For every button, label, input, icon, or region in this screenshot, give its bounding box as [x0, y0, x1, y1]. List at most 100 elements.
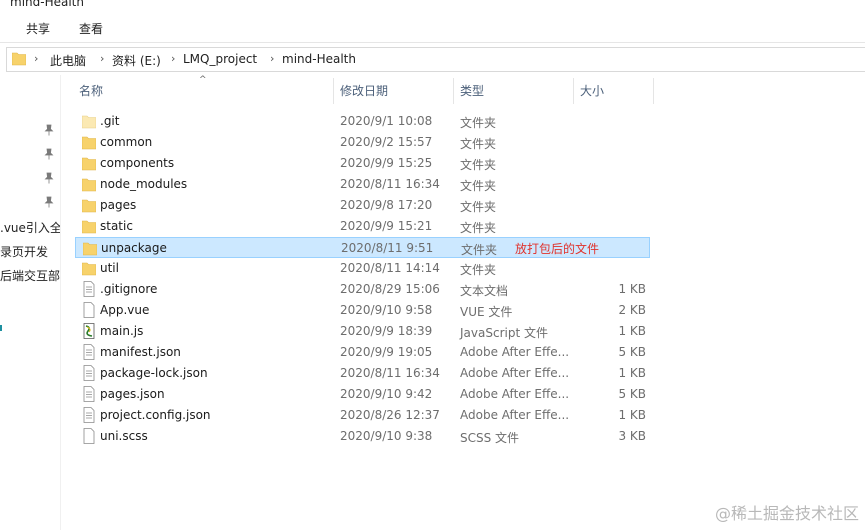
breadcrumb-this-pc[interactable]: 此电脑	[50, 52, 86, 69]
file-size: 2 KB	[618, 303, 646, 317]
file-date-modified: 2020/9/9 19:05	[340, 345, 433, 359]
document-icon	[83, 281, 95, 297]
file-row[interactable]: pages 2020/9/8 17:20 文件夹	[75, 195, 650, 216]
file-type: SCSS 文件	[460, 431, 520, 445]
file-size: 1 KB	[618, 366, 646, 380]
file-row[interactable]: main.js 2020/9/9 18:39 JavaScript 文件 1 KB	[75, 321, 650, 342]
sort-ascending-icon: ^	[199, 75, 207, 85]
file-type: 文本文档	[460, 284, 509, 298]
file-date-modified: 2020/8/11 14:14	[340, 261, 440, 275]
file-date-modified: 2020/9/2 15:57	[340, 135, 433, 149]
column-divider[interactable]	[653, 78, 654, 104]
folder-icon	[83, 242, 97, 256]
pin-icon[interactable]	[44, 172, 54, 184]
file-name: .git	[100, 114, 120, 128]
breadcrumb-mind-health[interactable]: mind-Health	[282, 52, 356, 66]
file-date-modified: 2020/9/9 15:25	[340, 156, 433, 170]
file-date-modified: 2020/9/10 9:38	[340, 429, 433, 443]
file-type: Adobe After Effe...	[460, 345, 570, 359]
document-icon	[83, 407, 95, 423]
file-type: 文件夹	[460, 158, 497, 172]
column-date-modified[interactable]: 修改日期	[340, 78, 388, 104]
file-row[interactable]: static 2020/9/9 15:21 文件夹	[75, 216, 650, 237]
breadcrumb-lmq-project[interactable]: LMQ_project	[183, 52, 257, 66]
column-divider[interactable]	[333, 78, 334, 104]
file-name: unpackage	[101, 241, 167, 255]
file-type: 文件夹	[460, 200, 497, 214]
file-row[interactable]: .gitignore 2020/8/29 15:06 文本文档 1 KB	[75, 279, 650, 300]
column-type[interactable]: 类型	[460, 78, 484, 104]
folder-icon	[12, 52, 26, 66]
blank-file-icon	[83, 428, 95, 444]
file-name: util	[100, 261, 119, 275]
file-name: static	[100, 219, 133, 233]
pin-icon[interactable]	[44, 148, 54, 160]
file-row[interactable]: App.vue 2020/9/10 9:58 VUE 文件 2 KB	[75, 300, 650, 321]
window-title: mind-Health	[10, 0, 84, 9]
column-name[interactable]: 名称	[79, 78, 103, 104]
nav-item-quick-access[interactable]: .vue引入全	[0, 219, 60, 236]
nav-indicator	[0, 325, 2, 331]
nav-item-quick-access[interactable]: 录页开发	[0, 243, 48, 260]
chevron-right-icon: ›	[34, 52, 39, 65]
file-size: 5 KB	[618, 345, 646, 359]
pin-icon[interactable]	[44, 196, 54, 208]
file-type: Adobe After Effe...	[460, 387, 570, 401]
file-name: pages	[100, 198, 137, 212]
column-divider[interactable]	[453, 78, 454, 104]
folder-icon	[82, 136, 96, 150]
blank-file-icon	[83, 302, 95, 318]
file-row[interactable]: util 2020/8/11 14:14 文件夹	[75, 258, 650, 279]
ribbon-tab-share[interactable]: 共享	[26, 20, 50, 37]
file-row[interactable]: manifest.json 2020/9/9 19:05 Adobe After E…	[75, 342, 650, 363]
ribbon-tab-view[interactable]: 查看	[79, 20, 103, 37]
file-name: package-lock.json	[100, 366, 208, 380]
file-row[interactable]: common 2020/9/2 15:57 文件夹	[75, 132, 650, 153]
file-row[interactable]: components 2020/9/9 15:25 文件夹	[75, 153, 650, 174]
file-size: 3 KB	[618, 429, 646, 443]
chevron-right-icon: ›	[100, 52, 105, 65]
file-row[interactable]: node_modules 2020/8/11 16:34 文件夹	[75, 174, 650, 195]
column-size[interactable]: 大小	[580, 78, 604, 104]
file-name: uni.scss	[100, 429, 148, 443]
title-bar: mind-Health	[0, 0, 865, 10]
file-date-modified: 2020/9/8 17:20	[340, 198, 433, 212]
file-name: main.js	[100, 324, 144, 338]
watermark: @稀土掘金技术社区	[714, 504, 859, 523]
file-date-modified: 2020/9/10 9:42	[340, 387, 433, 401]
file-row[interactable]: package-lock.json 2020/8/11 16:34 Adobe Af…	[75, 363, 650, 384]
file-type: 文件夹	[460, 179, 497, 193]
file-name: pages.json	[100, 387, 165, 401]
address-bar[interactable]: › 此电脑 › 资料 (E:) › LMQ_project › mind-Hea…	[6, 47, 865, 72]
file-type: 文件夹	[460, 116, 497, 130]
document-icon	[83, 365, 95, 381]
annotation-label: 放打包后的文件	[515, 242, 600, 256]
file-row[interactable]: uni.scss 2020/9/10 9:38 SCSS 文件 3 KB	[75, 426, 650, 447]
column-divider[interactable]	[573, 78, 574, 104]
file-type: Adobe After Effe...	[460, 408, 570, 422]
file-size: 5 KB	[618, 387, 646, 401]
file-name: common	[100, 135, 153, 149]
file-name: components	[100, 156, 175, 170]
file-type: JavaScript 文件	[460, 326, 548, 340]
breadcrumb-drive[interactable]: 资料 (E:)	[112, 52, 161, 69]
pin-icon[interactable]	[44, 124, 54, 136]
document-icon	[83, 344, 95, 360]
chevron-right-icon: ›	[171, 52, 176, 65]
navigation-pane: .vue引入全 录页开发 后端交互部	[0, 75, 61, 530]
file-row-selected[interactable]: unpackage 2020/8/11 9:51 文件夹 放打包后的文件	[75, 237, 650, 258]
file-type: 文件夹	[461, 243, 498, 257]
file-row[interactable]: pages.json 2020/9/10 9:42 Adobe After Effe…	[75, 384, 650, 405]
folder-icon	[82, 157, 96, 171]
folder-icon	[82, 220, 96, 234]
file-size: 1 KB	[618, 282, 646, 296]
file-name: project.config.json	[100, 408, 211, 422]
file-date-modified: 2020/9/9 15:21	[340, 219, 433, 233]
file-type: Adobe After Effe...	[460, 366, 570, 380]
file-row[interactable]: project.config.json 2020/8/26 12:37 Adobe …	[75, 405, 650, 426]
nav-item-quick-access[interactable]: 后端交互部	[0, 267, 60, 284]
file-date-modified: 2020/8/26 12:37	[340, 408, 440, 422]
file-row[interactable]: .git 2020/9/1 10:08 文件夹	[75, 111, 650, 132]
folder-icon	[82, 115, 96, 129]
file-name: .gitignore	[100, 282, 158, 296]
